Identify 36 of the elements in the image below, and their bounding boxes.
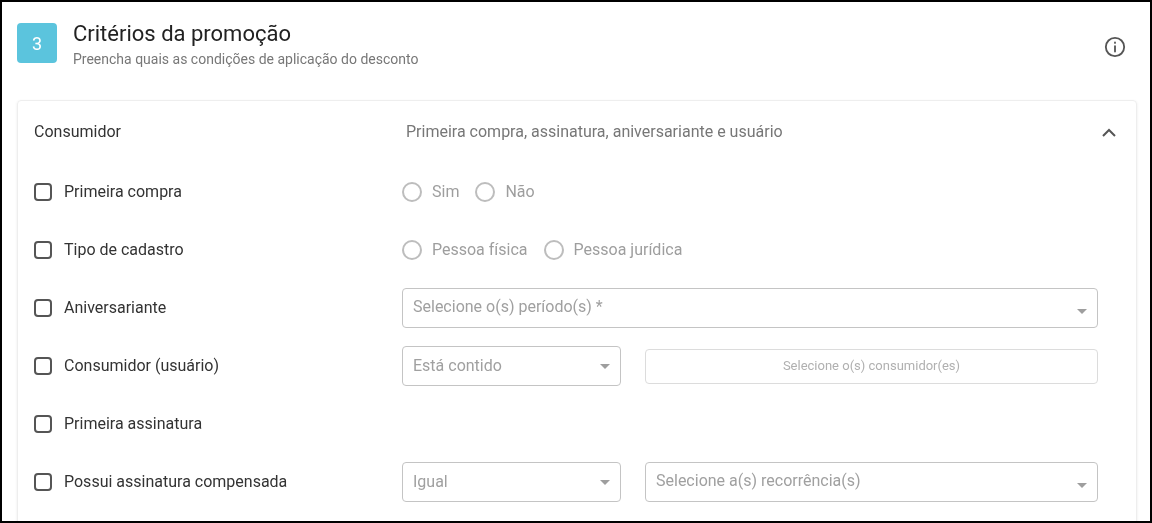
criterion-label: Primeira assinatura	[64, 413, 203, 435]
step-badge: 3	[17, 23, 57, 63]
checkbox[interactable]	[34, 299, 52, 317]
radio-button[interactable]	[402, 182, 422, 202]
select-field[interactable]: Selecione a(s) recorrência(s)	[645, 462, 1098, 502]
criterion-label: Possui assinatura compensada	[64, 471, 288, 493]
caret-icon	[1077, 308, 1087, 314]
select-consumers-button[interactable]: Selecione o(s) consumidor(es)	[645, 348, 1098, 384]
section-subtitle: Preencha quais as condições de aplicação do desconto	[73, 50, 420, 69]
radio-option[interactable]: Sim	[402, 180, 460, 204]
chevron-icon[interactable]	[1102, 127, 1116, 137]
select-field[interactable]: Selecione o(s) período(s) *	[402, 288, 1098, 328]
checkbox[interactable]	[34, 241, 52, 259]
checkbox[interactable]	[34, 183, 52, 201]
criterion-label: Consumidor (usuário)	[64, 355, 219, 377]
checkbox[interactable]	[34, 357, 52, 375]
caret-icon	[1077, 482, 1087, 488]
checkbox[interactable]	[34, 415, 52, 433]
radio-option[interactable]: Não	[475, 180, 535, 204]
section-title: Critérios da promoção	[73, 21, 292, 47]
radio-button[interactable]	[475, 182, 496, 202]
radio-button[interactable]	[543, 240, 564, 260]
radio-option[interactable]: Pessoa física	[402, 238, 528, 262]
criterion-label: Tipo de cadastro	[64, 239, 184, 261]
criterion-label: Primeira compra	[64, 181, 182, 203]
caret-icon	[600, 479, 610, 485]
info-icon[interactable]	[1104, 36, 1126, 58]
radio-button[interactable]	[402, 240, 422, 260]
group-title: Consumidor	[34, 121, 122, 143]
group-summary: Primeira compra, assinatura, aniversariante e usuário	[406, 121, 784, 143]
criterion-label: Aniversariante	[64, 297, 167, 319]
checkbox[interactable]	[34, 473, 52, 491]
caret-icon	[600, 363, 610, 369]
select-field[interactable]: Igual	[402, 462, 621, 502]
radio-option[interactable]: Pessoa jurídica	[543, 238, 683, 262]
select-field[interactable]: Está contido	[402, 346, 621, 386]
